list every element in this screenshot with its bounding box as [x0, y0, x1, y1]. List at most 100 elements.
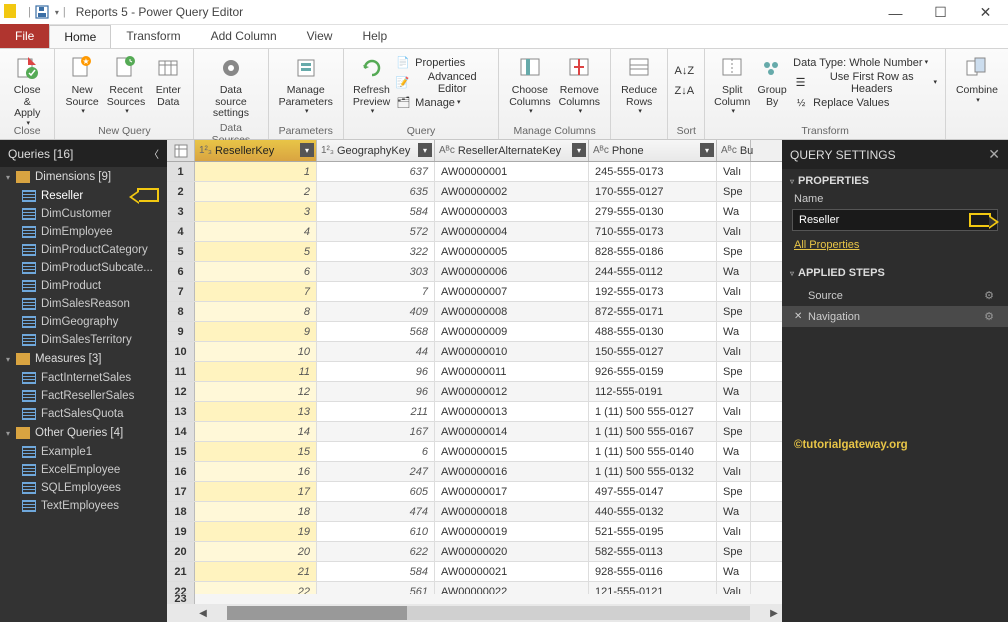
cell[interactable]: 582-555-0113: [589, 542, 717, 561]
query-item[interactable]: DimGeography: [0, 313, 167, 331]
cell[interactable]: 584: [317, 202, 435, 221]
cell[interactable]: 1: [195, 162, 317, 181]
close-window-button[interactable]: ✕: [963, 0, 1008, 25]
row-number[interactable]: 7: [167, 282, 195, 301]
row-number[interactable]: 23: [167, 594, 195, 604]
dropdown-icon[interactable]: ▾: [55, 8, 59, 17]
query-item[interactable]: Example1: [0, 443, 167, 461]
cell[interactable]: 872-555-0171: [589, 302, 717, 321]
cell[interactable]: 710-555-0173: [589, 222, 717, 241]
cell[interactable]: AW00000006: [435, 262, 589, 281]
cell[interactable]: 440-555-0132: [589, 502, 717, 521]
row-number[interactable]: 13: [167, 402, 195, 421]
query-folder[interactable]: ▾Measures [3]: [0, 349, 167, 369]
cell[interactable]: 610: [317, 522, 435, 541]
row-number[interactable]: 4: [167, 222, 195, 241]
save-icon[interactable]: [35, 5, 49, 19]
cell[interactable]: 1 (11) 500 555-0140: [589, 442, 717, 461]
cell[interactable]: 22: [195, 582, 317, 594]
query-item[interactable]: ExcelEmployee: [0, 461, 167, 479]
gear-icon[interactable]: ⚙: [984, 310, 994, 323]
cell[interactable]: Spe: [717, 302, 751, 321]
table-row[interactable]: 11637AW00000001245-555-0173Valı: [167, 162, 782, 182]
table-row[interactable]: 55322AW00000005828-555-0186Spe: [167, 242, 782, 262]
table-row[interactable]: 66303AW00000006244-555-0112Wa: [167, 262, 782, 282]
cell[interactable]: 19: [195, 522, 317, 541]
cell[interactable]: AW00000019: [435, 522, 589, 541]
cell[interactable]: 1 (11) 500 555-0167: [589, 422, 717, 441]
cell[interactable]: 474: [317, 502, 435, 521]
cell[interactable]: Spe: [717, 242, 751, 261]
cell[interactable]: Valı: [717, 402, 751, 421]
cell[interactable]: Wa: [717, 202, 751, 221]
horizontal-scrollbar[interactable]: ◀ ▶: [167, 604, 782, 622]
cell[interactable]: AW00000008: [435, 302, 589, 321]
query-item[interactable]: TextEmployees: [0, 497, 167, 515]
table-row[interactable]: 22635AW00000002170-555-0127Spe: [167, 182, 782, 202]
cell[interactable]: Wa: [717, 502, 751, 521]
col-header-reselleralternatekey[interactable]: AᴮcResellerAlternateKey▾: [435, 140, 589, 161]
cell[interactable]: AW00000021: [435, 562, 589, 581]
tab-help[interactable]: Help: [347, 24, 402, 48]
enter-data-button[interactable]: Enter Data: [149, 51, 187, 110]
replace-values-button[interactable]: ½Replace Values: [791, 93, 939, 113]
section-properties[interactable]: ▿PROPERTIES: [782, 169, 1008, 193]
cell[interactable]: 622: [317, 542, 435, 561]
cell[interactable]: 279-555-0130: [589, 202, 717, 221]
cell[interactable]: 211: [317, 402, 435, 421]
combine-button[interactable]: Combine▾: [952, 51, 1002, 106]
cell[interactable]: 584: [317, 562, 435, 581]
table-row[interactable]: 88409AW00000008872-555-0171Spe: [167, 302, 782, 322]
manage-parameters-button[interactable]: Manage Parameters▾: [275, 51, 337, 118]
cell[interactable]: 9: [195, 322, 317, 341]
row-number[interactable]: 20: [167, 542, 195, 561]
cell[interactable]: 561: [317, 582, 435, 594]
cell[interactable]: Valı: [717, 162, 751, 181]
cell[interactable]: Wa: [717, 262, 751, 281]
cell[interactable]: AW00000010: [435, 342, 589, 361]
query-item[interactable]: FactResellerSales: [0, 387, 167, 405]
cell[interactable]: Valı: [717, 342, 751, 361]
cell[interactable]: Wa: [717, 442, 751, 461]
cell[interactable]: AW00000004: [435, 222, 589, 241]
remove-columns-button[interactable]: Remove Columns▾: [555, 51, 604, 118]
col-header-phone[interactable]: AᴮcPhone▾: [589, 140, 717, 161]
table-row[interactable]: 15156AW000000151 (11) 500 555-0140Wa: [167, 442, 782, 462]
cell[interactable]: 21: [195, 562, 317, 581]
minimize-button[interactable]: —: [873, 0, 918, 25]
cell[interactable]: 44: [317, 342, 435, 361]
tab-home[interactable]: Home: [49, 25, 111, 48]
cell[interactable]: 322: [317, 242, 435, 261]
col-dropdown-icon[interactable]: ▾: [418, 143, 432, 157]
data-source-settings-button[interactable]: Data source settings: [200, 51, 261, 122]
table-row[interactable]: 121296AW00000012112-555-0191Wa: [167, 382, 782, 402]
cell[interactable]: Spe: [717, 362, 751, 381]
tab-transform[interactable]: Transform: [111, 24, 195, 48]
cell[interactable]: 1 (11) 500 555-0127: [589, 402, 717, 421]
cell[interactable]: 13: [195, 402, 317, 421]
cell[interactable]: 635: [317, 182, 435, 201]
cell[interactable]: 2: [195, 182, 317, 201]
cell[interactable]: 6: [195, 262, 317, 281]
col-dropdown-icon[interactable]: ▾: [700, 143, 714, 157]
cell[interactable]: 572: [317, 222, 435, 241]
sort-desc-button[interactable]: Z↓A: [674, 81, 698, 101]
col-header-geographykey[interactable]: 1²₃GeographyKey▾: [317, 140, 435, 161]
table-row[interactable]: 33584AW00000003279-555-0130Wa: [167, 202, 782, 222]
cell[interactable]: AW00000017: [435, 482, 589, 501]
row-number[interactable]: 10: [167, 342, 195, 361]
group-by-button[interactable]: Group By: [753, 51, 791, 110]
cell[interactable]: Valı: [717, 462, 751, 481]
table-row[interactable]: 777AW00000007192-555-0173Valı: [167, 282, 782, 302]
cell[interactable]: 20: [195, 542, 317, 561]
cell[interactable]: 247: [317, 462, 435, 481]
cell[interactable]: 244-555-0112: [589, 262, 717, 281]
row-number[interactable]: 1: [167, 162, 195, 181]
col-dropdown-icon[interactable]: ▾: [300, 143, 314, 157]
row-number[interactable]: 19: [167, 522, 195, 541]
row-number[interactable]: 6: [167, 262, 195, 281]
step-navigation[interactable]: ✕Navigation⚙: [782, 306, 1008, 327]
cell[interactable]: 7: [317, 282, 435, 301]
cell[interactable]: AW00000003: [435, 202, 589, 221]
col-header-businesstype[interactable]: AᴮcBu: [717, 140, 751, 161]
